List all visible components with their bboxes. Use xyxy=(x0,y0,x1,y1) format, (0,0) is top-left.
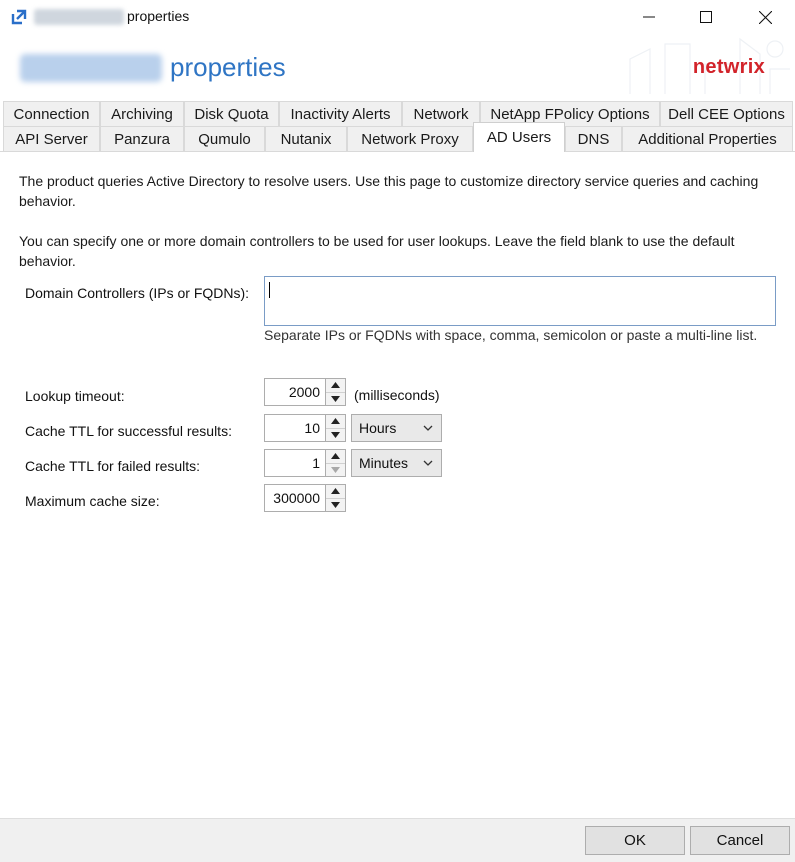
chevron-down-icon xyxy=(423,460,433,466)
lookup-timeout-units: (milliseconds) xyxy=(354,387,440,403)
failed-ttl-up[interactable] xyxy=(326,450,345,463)
ok-button[interactable]: OK xyxy=(585,826,685,855)
failed-ttl-value[interactable]: 1 xyxy=(265,450,325,476)
success-ttl-label: Cache TTL for successful results: xyxy=(25,423,232,439)
close-icon xyxy=(758,10,772,24)
failed-ttl-unit-value: Minutes xyxy=(359,455,409,471)
close-button[interactable] xyxy=(736,0,794,34)
caret-up-icon xyxy=(331,488,340,495)
tab-network-proxy[interactable]: Network Proxy xyxy=(347,126,473,152)
header-title: properties xyxy=(170,52,286,82)
tab-network[interactable]: Network xyxy=(402,101,480,127)
failed-ttl-label: Cache TTL for failed results: xyxy=(25,458,201,474)
minimize-icon xyxy=(643,16,655,18)
lookup-timeout-label: Lookup timeout: xyxy=(25,388,125,404)
header-server-name xyxy=(20,54,162,82)
app-icon xyxy=(11,9,27,25)
tab-archiving[interactable]: Archiving xyxy=(100,101,184,127)
intro-text: The product queries Active Directory to … xyxy=(19,173,759,209)
chevron-down-icon xyxy=(423,425,433,431)
max-cache-up[interactable] xyxy=(326,485,345,498)
caret-up-icon xyxy=(331,382,340,389)
success-ttl-unit-value: Hours xyxy=(359,420,397,436)
dc-intro-text: You can specify one or more domain contr… xyxy=(19,233,735,269)
caret-down-icon xyxy=(331,431,340,438)
max-cache-value[interactable]: 300000 xyxy=(265,485,325,511)
tab-dell-cee-options[interactable]: Dell CEE Options xyxy=(660,101,793,127)
maximize-icon xyxy=(700,11,712,23)
tab-panzura[interactable]: Panzura xyxy=(100,126,184,152)
tab-additional-properties[interactable]: Additional Properties xyxy=(622,126,793,152)
max-cache-stepper[interactable]: 300000 xyxy=(264,484,346,512)
success-ttl-up[interactable] xyxy=(326,415,345,428)
domain-controllers-hint: Separate IPs or FQDNs with space, comma,… xyxy=(264,327,758,343)
tab-api-server[interactable]: API Server xyxy=(3,126,100,152)
text-caret xyxy=(269,282,270,298)
tab-qumulo[interactable]: Qumulo xyxy=(184,126,265,152)
failed-ttl-stepper[interactable]: 1 xyxy=(264,449,346,477)
lookup-timeout-up[interactable] xyxy=(326,379,345,392)
tab-nutanix[interactable]: Nutanix xyxy=(265,126,347,152)
success-ttl-down[interactable] xyxy=(326,427,345,441)
success-ttl-unit-select[interactable]: Hours xyxy=(351,414,442,442)
max-cache-label: Maximum cache size: xyxy=(25,493,160,509)
failed-ttl-unit-select[interactable]: Minutes xyxy=(351,449,442,477)
title-server-name xyxy=(34,9,124,25)
success-ttl-stepper[interactable]: 10 xyxy=(264,414,346,442)
caret-down-icon xyxy=(331,501,340,508)
domain-controllers-label: Domain Controllers (IPs or FQDNs): xyxy=(25,285,250,301)
caret-down-icon xyxy=(331,395,340,402)
tab-ad-users[interactable]: AD Users xyxy=(473,122,565,152)
tab-inactivity-alerts[interactable]: Inactivity Alerts xyxy=(279,101,402,127)
domain-controllers-input[interactable] xyxy=(264,276,776,326)
tab-disk-quota[interactable]: Disk Quota xyxy=(184,101,279,127)
failed-ttl-down[interactable] xyxy=(326,462,345,476)
caret-down-icon xyxy=(331,466,340,473)
tab-dns[interactable]: DNS xyxy=(565,126,622,152)
maximize-button[interactable] xyxy=(677,0,735,34)
max-cache-down[interactable] xyxy=(326,497,345,511)
lookup-timeout-value[interactable]: 2000 xyxy=(265,379,325,405)
title-bar: properties xyxy=(0,0,795,34)
success-ttl-value[interactable]: 10 xyxy=(265,415,325,441)
minimize-button[interactable] xyxy=(620,0,678,34)
window-title: properties xyxy=(127,8,190,24)
dialog-header: properties netwrix xyxy=(0,34,795,100)
tab-connection[interactable]: Connection xyxy=(3,101,100,127)
caret-up-icon xyxy=(331,453,340,460)
lookup-timeout-down[interactable] xyxy=(326,391,345,405)
caret-up-icon xyxy=(331,418,340,425)
cancel-button[interactable]: Cancel xyxy=(690,826,790,855)
brand-logo: netwrix xyxy=(692,56,765,78)
lookup-timeout-stepper[interactable]: 2000 xyxy=(264,378,346,406)
